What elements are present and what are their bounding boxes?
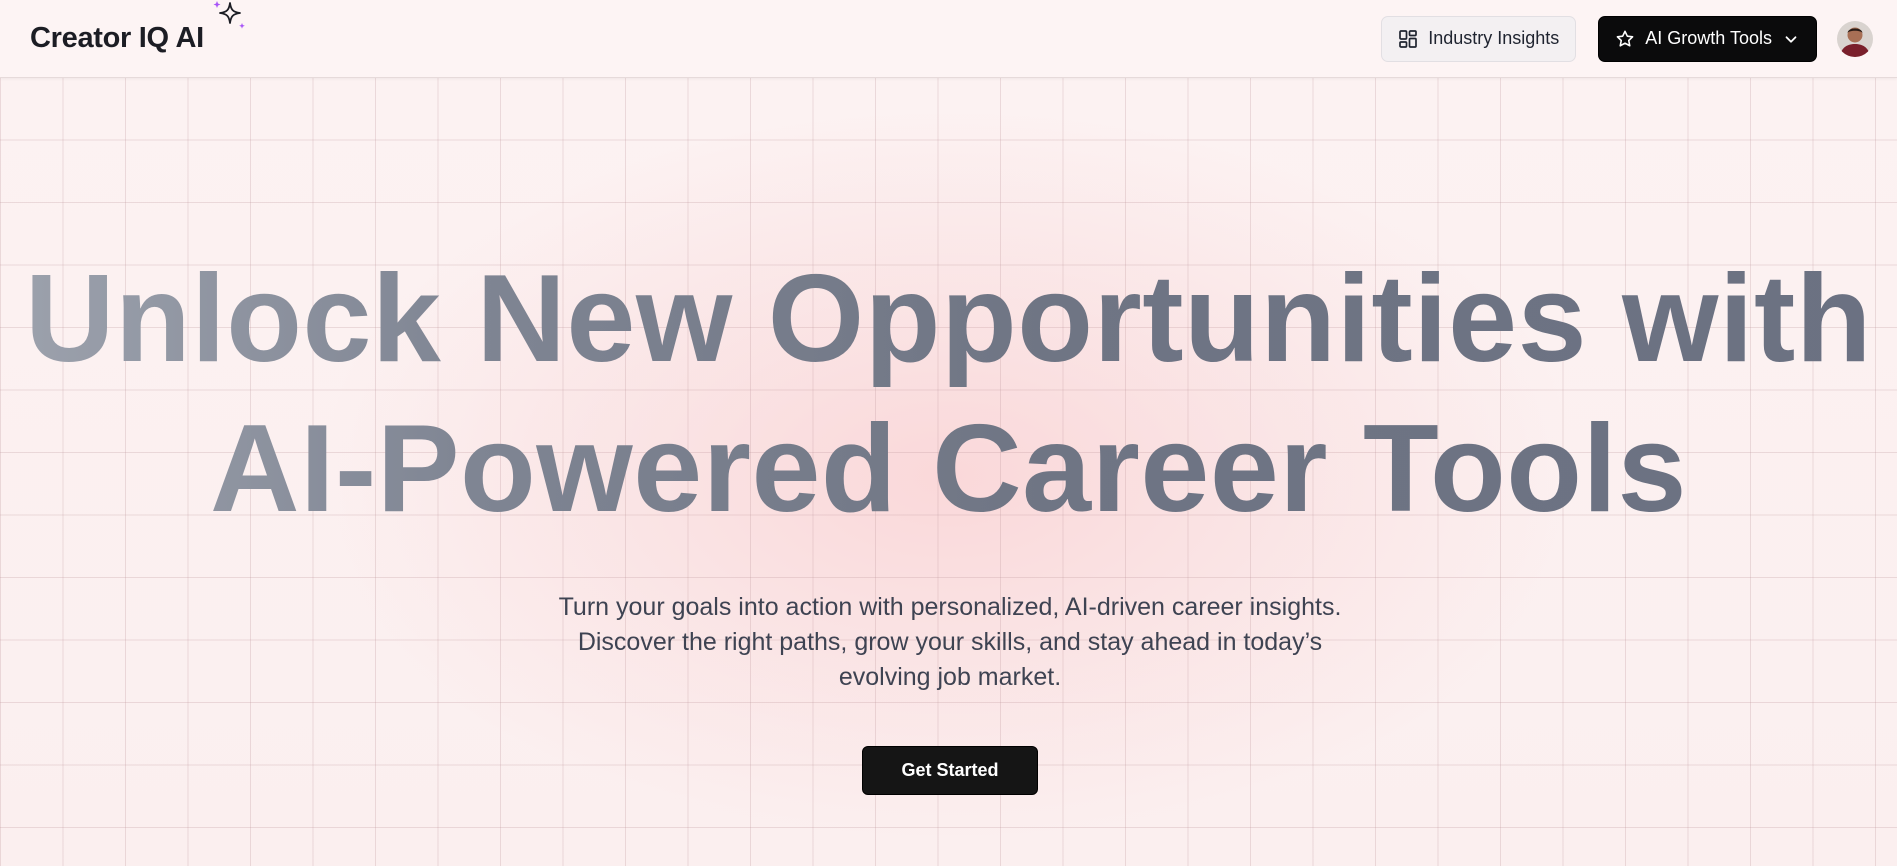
dashboard-grid-icon xyxy=(1399,29,1418,48)
hero-headline-line-2: AI-Powered Career Tools xyxy=(210,400,1687,538)
hero-subtext: Turn your goals into action with persona… xyxy=(558,593,1342,691)
hero-headline-line-1: Unlock New Opportunities with xyxy=(24,250,1872,388)
user-avatar[interactable] xyxy=(1837,20,1873,57)
hero-headline: Unlock New Opportunities with AI-Powered… xyxy=(0,244,1897,544)
industry-insights-label: Industry Insights xyxy=(1428,28,1560,48)
star-icon xyxy=(1616,30,1634,47)
get-started-button[interactable]: Get Started xyxy=(862,746,1038,795)
brand-logo[interactable]: Creator IQ AI xyxy=(30,1,245,55)
sparkle-icon xyxy=(213,1,245,29)
brand-name: Creator IQ AI xyxy=(30,22,204,54)
chevron-down-icon xyxy=(1785,35,1797,43)
top-navbar: Creator IQ AI Industry Insights AI Growt… xyxy=(0,0,1897,78)
avatar-image xyxy=(1837,20,1873,57)
ai-growth-tools-dropdown[interactable]: AI Growth Tools xyxy=(1598,15,1817,62)
ai-growth-tools-label: AI Growth Tools xyxy=(1645,28,1772,48)
nav-actions: Industry Insights AI Growth Tools xyxy=(1381,15,1873,62)
industry-insights-button[interactable]: Industry Insights xyxy=(1381,15,1577,62)
